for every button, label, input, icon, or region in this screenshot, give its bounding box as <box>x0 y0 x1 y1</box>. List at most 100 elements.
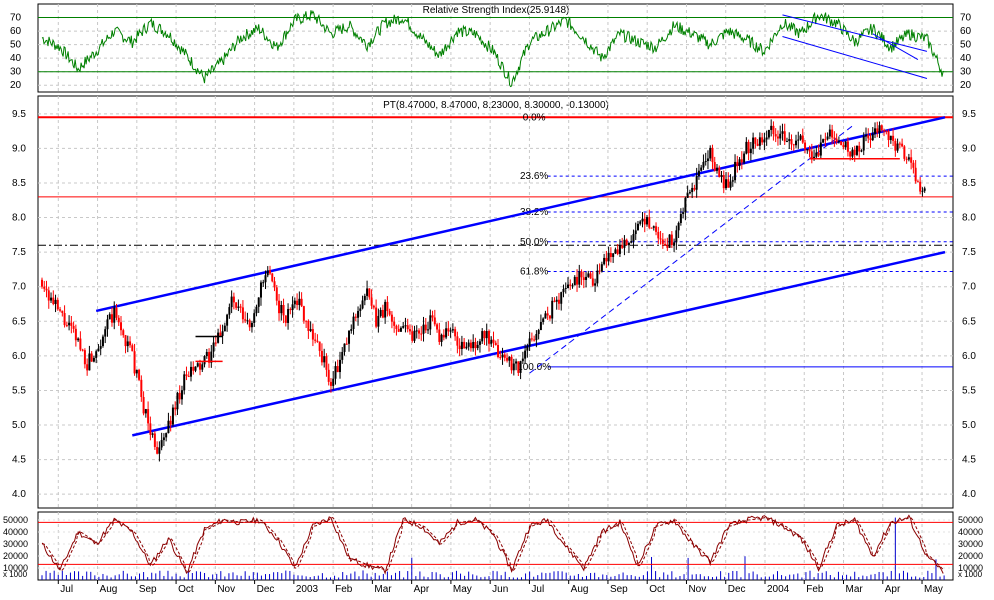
candle-body <box>149 423 152 435</box>
candle-body <box>381 309 384 318</box>
candle-body <box>422 324 425 334</box>
candle-body <box>201 364 204 370</box>
candle-body <box>892 135 895 141</box>
candle-body <box>923 188 926 191</box>
candle-body <box>580 271 583 278</box>
price-title: PT(8.47000, 8.47000, 8.23000, 8.30000, -… <box>383 100 609 111</box>
volume-y-tick-label-left: 40000 <box>3 527 28 537</box>
candle-body <box>650 227 653 229</box>
candle-body <box>537 330 540 335</box>
candle-body <box>621 245 624 248</box>
candle-body <box>237 306 240 308</box>
candle-body <box>122 330 125 336</box>
candle-body <box>131 345 134 352</box>
candle-body <box>503 354 506 358</box>
candle-body <box>228 307 231 315</box>
candle-body <box>232 296 235 303</box>
candle-body <box>715 167 718 171</box>
candle-body <box>481 331 484 342</box>
candle-body <box>147 409 150 424</box>
chart-root: Relative Strength Index(25.9148) 20 20 30 3… <box>0 0 994 595</box>
candle-body <box>174 407 177 410</box>
candle-body <box>731 180 734 182</box>
candle-body <box>855 145 858 155</box>
candle-body <box>113 307 116 323</box>
candle-body <box>230 296 233 308</box>
candle-body <box>296 300 299 306</box>
candle-body <box>840 141 843 146</box>
price-y-tick-label-left: 7.5 <box>12 247 26 258</box>
price-y-tick-label-right: 7.5 <box>962 247 976 258</box>
candle-body <box>530 338 533 340</box>
candle-body <box>824 139 827 141</box>
candle-body <box>199 363 202 370</box>
candle-body <box>693 187 696 190</box>
candle-body <box>492 339 495 343</box>
candle-body <box>609 253 612 257</box>
candle-body <box>167 420 170 434</box>
candle-body <box>664 243 667 246</box>
candle-body <box>661 239 664 244</box>
candle-body <box>311 329 314 340</box>
candle-body <box>54 299 57 305</box>
candle-body <box>447 328 450 332</box>
candle-body <box>180 390 183 400</box>
candle-body <box>318 341 321 351</box>
candle-body <box>616 249 619 254</box>
candle-body <box>591 278 594 286</box>
candle-body <box>679 214 682 223</box>
candle-body <box>178 392 181 400</box>
candle-body <box>494 342 497 346</box>
candle-body <box>704 161 707 163</box>
chart-svg: Relative Strength Index(25.9148) 20 20 30 3… <box>3 3 983 595</box>
candle-body <box>194 366 197 371</box>
candle-body <box>761 137 764 143</box>
candle-body <box>458 345 461 350</box>
candle-body <box>456 336 459 346</box>
candle-body <box>691 187 694 193</box>
candle-body <box>605 257 608 262</box>
candle-body <box>241 307 244 320</box>
candle-body <box>106 319 109 330</box>
candle-body <box>901 143 904 147</box>
candle-body <box>646 217 649 225</box>
candle-body <box>912 162 915 168</box>
candle-body <box>316 340 319 342</box>
candle-body <box>634 230 637 235</box>
candle-body <box>569 284 572 286</box>
candle-body <box>465 346 468 349</box>
x-tick-label: Feb <box>806 584 824 595</box>
candle-body <box>612 253 615 257</box>
candle-body <box>176 392 179 410</box>
candle-body <box>655 226 658 232</box>
x-tick-label: Nov <box>688 584 706 595</box>
candle-body <box>695 175 698 190</box>
price-short-levels <box>195 158 900 363</box>
candle-body <box>120 322 123 331</box>
candle-body <box>578 271 581 285</box>
volume-units-right: x 1000 <box>958 570 983 579</box>
price-y-tick-label-right: 6.0 <box>962 351 976 362</box>
candle-body <box>673 242 676 245</box>
x-tick-label: Sep <box>610 584 628 595</box>
candle-body <box>849 151 852 157</box>
candle-body <box>264 275 267 283</box>
candle-body <box>487 331 490 344</box>
rsi-panel: Relative Strength Index(25.9148) 20 20 30 3… <box>10 3 972 93</box>
candle-body <box>235 302 238 308</box>
candle-body <box>110 314 113 323</box>
candle-body <box>772 125 775 135</box>
candle-body <box>846 141 849 152</box>
price-y-tick-label-left: 8.5 <box>12 178 26 189</box>
candle-body <box>743 153 746 163</box>
candle-body <box>239 306 242 308</box>
candle-body <box>223 325 226 332</box>
candle-body <box>219 332 222 336</box>
volume-y-tick-label-left: 20000 <box>3 551 28 561</box>
candle-body <box>779 133 782 139</box>
candle-body <box>497 345 500 358</box>
candle-body <box>83 350 86 365</box>
candle-body <box>408 329 411 332</box>
candle-body <box>842 145 845 148</box>
volume-y-tick-label-right: 50000 <box>958 515 983 525</box>
